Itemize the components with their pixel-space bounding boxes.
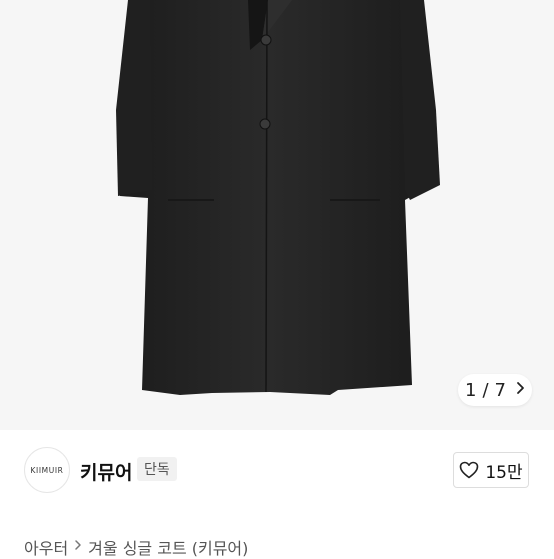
product-image xyxy=(116,0,440,395)
like-count: 15만 xyxy=(485,462,523,483)
brand-name[interactable]: 키뮤어 xyxy=(80,458,132,485)
product-image-gallery[interactable]: 1 / 7 xyxy=(0,0,554,430)
chevron-right-icon[interactable] xyxy=(516,381,525,399)
pager-separator: / xyxy=(482,379,489,401)
breadcrumb-product: 겨울 싱글 코트 (키뮤어) xyxy=(88,539,249,558)
pager-current: 1 xyxy=(465,379,477,401)
breadcrumb-category[interactable]: 아우터 xyxy=(24,535,68,559)
exclusive-badge: 단독 xyxy=(137,457,177,481)
pager-total: 7 xyxy=(494,379,506,401)
chevron-right-icon xyxy=(74,539,82,555)
brand-logo[interactable]: KIIMUIR xyxy=(24,447,70,493)
gallery-pager[interactable]: 1 / 7 xyxy=(458,374,532,406)
heart-outline-icon xyxy=(459,461,479,479)
brand-logo-text: KIIMUIR xyxy=(30,465,64,475)
like-button[interactable]: 15만 xyxy=(453,452,529,488)
breadcrumb: 아우터 겨울 싱글 코트 (키뮤어) xyxy=(24,535,248,559)
